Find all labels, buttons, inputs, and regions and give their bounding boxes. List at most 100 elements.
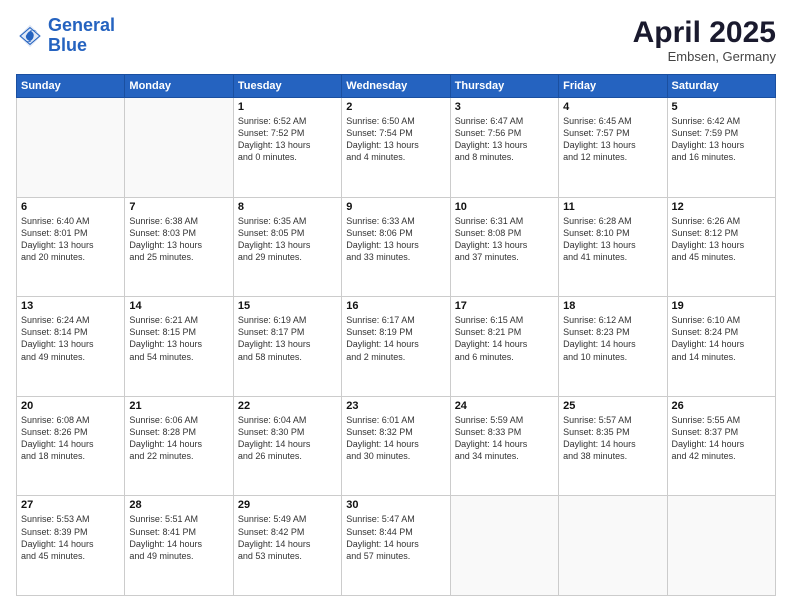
day-info: Sunrise: 6:26 AM Sunset: 8:12 PM Dayligh… [672,215,771,264]
day-number: 4 [563,101,662,113]
weekday-header-sunday: Sunday [17,75,125,98]
weekday-header-thursday: Thursday [450,75,558,98]
day-number: 19 [672,300,771,312]
calendar-cell: 10 Sunrise: 6:31 AM Sunset: 8:08 PM Dayli… [450,197,558,297]
day-info: Sunrise: 6:01 AM Sunset: 8:32 PM Dayligh… [346,414,445,463]
header: General Blue April 2025 Embsen, Germany [16,16,776,64]
calendar-cell: 12 Sunrise: 6:26 AM Sunset: 8:12 PM Dayli… [667,197,775,297]
calendar-cell: 25Sunrise: 5:57 AM Sunset: 8:35 PM Dayli… [559,396,667,496]
calendar-cell: 19 Sunrise: 6:10 AM Sunset: 8:24 PM Dayli… [667,297,775,397]
day-info: Sunrise: 5:49 AM Sunset: 8:42 PM Dayligh… [238,513,337,562]
weekday-header-wednesday: Wednesday [342,75,450,98]
day-info: Sunrise: 5:47 AM Sunset: 8:44 PM Dayligh… [346,513,445,562]
calendar-cell: 7Sunrise: 6:38 AM Sunset: 8:03 PM Daylig… [125,197,233,297]
weekday-header-tuesday: Tuesday [233,75,341,98]
calendar-cell: 14 Sunrise: 6:21 AM Sunset: 8:15 PM Dayli… [125,297,233,397]
weekday-header-saturday: Saturday [667,75,775,98]
day-info: Sunrise: 6:31 AM Sunset: 8:08 PM Dayligh… [455,215,554,264]
calendar-cell: 18Sunrise: 6:12 AM Sunset: 8:23 PM Dayli… [559,297,667,397]
day-number: 24 [455,400,554,412]
calendar-cell: 26 Sunrise: 5:55 AM Sunset: 8:37 PM Dayli… [667,396,775,496]
page: General Blue April 2025 Embsen, Germany … [0,0,792,612]
calendar-cell: 24 Sunrise: 5:59 AM Sunset: 8:33 PM Dayli… [450,396,558,496]
day-info: Sunrise: 6:08 AM Sunset: 8:26 PM Dayligh… [21,414,120,463]
day-number: 18 [563,300,662,312]
calendar-cell: 2Sunrise: 6:50 AM Sunset: 7:54 PM Daylig… [342,98,450,198]
day-info: Sunrise: 6:28 AM Sunset: 8:10 PM Dayligh… [563,215,662,264]
calendar-cell [450,496,558,596]
week-row-1: 6Sunrise: 6:40 AM Sunset: 8:01 PM Daylig… [17,197,776,297]
calendar-cell: 3Sunrise: 6:47 AM Sunset: 7:56 PM Daylig… [450,98,558,198]
calendar-cell: 20 Sunrise: 6:08 AM Sunset: 8:26 PM Dayli… [17,396,125,496]
calendar-cell: 29 Sunrise: 5:49 AM Sunset: 8:42 PM Dayli… [233,496,341,596]
calendar-cell: 21 Sunrise: 6:06 AM Sunset: 8:28 PM Dayli… [125,396,233,496]
calendar-cell: 28 Sunrise: 5:51 AM Sunset: 8:41 PM Dayli… [125,496,233,596]
week-row-2: 13Sunrise: 6:24 AM Sunset: 8:14 PM Dayli… [17,297,776,397]
day-number: 12 [672,201,771,213]
day-info: Sunrise: 5:53 AM Sunset: 8:39 PM Dayligh… [21,513,120,562]
calendar-cell: 16Sunrise: 6:17 AM Sunset: 8:19 PM Dayli… [342,297,450,397]
day-info: Sunrise: 5:57 AM Sunset: 8:35 PM Dayligh… [563,414,662,463]
day-number: 9 [346,201,445,213]
day-info: Sunrise: 6:15 AM Sunset: 8:21 PM Dayligh… [455,314,554,363]
calendar-cell [667,496,775,596]
week-row-4: 27Sunrise: 5:53 AM Sunset: 8:39 PM Dayli… [17,496,776,596]
day-number: 14 [129,300,228,312]
calendar-cell: 5 Sunrise: 6:42 AM Sunset: 7:59 PM Daylig… [667,98,775,198]
calendar-cell [17,98,125,198]
day-number: 29 [238,499,337,511]
day-info: Sunrise: 6:19 AM Sunset: 8:17 PM Dayligh… [238,314,337,363]
day-info: Sunrise: 6:17 AM Sunset: 8:19 PM Dayligh… [346,314,445,363]
day-info: Sunrise: 6:21 AM Sunset: 8:15 PM Dayligh… [129,314,228,363]
day-number: 20 [21,400,120,412]
day-info: Sunrise: 5:55 AM Sunset: 8:37 PM Dayligh… [672,414,771,463]
weekday-header-row: SundayMondayTuesdayWednesdayThursdayFrid… [17,75,776,98]
logo-line2: Blue [48,36,115,56]
day-number: 30 [346,499,445,511]
day-info: Sunrise: 6:52 AM Sunset: 7:52 PM Dayligh… [238,115,337,164]
day-number: 28 [129,499,228,511]
calendar-cell: 8 Sunrise: 6:35 AM Sunset: 8:05 PM Daylig… [233,197,341,297]
calendar-cell: 13Sunrise: 6:24 AM Sunset: 8:14 PM Dayli… [17,297,125,397]
day-number: 22 [238,400,337,412]
day-info: Sunrise: 5:59 AM Sunset: 8:33 PM Dayligh… [455,414,554,463]
day-number: 3 [455,101,554,113]
week-row-3: 20 Sunrise: 6:08 AM Sunset: 8:26 PM Dayli… [17,396,776,496]
day-number: 1 [238,101,337,113]
day-number: 15 [238,300,337,312]
day-info: Sunrise: 6:33 AM Sunset: 8:06 PM Dayligh… [346,215,445,264]
logo-text: General Blue [48,16,115,56]
calendar-cell: 9 Sunrise: 6:33 AM Sunset: 8:06 PM Daylig… [342,197,450,297]
day-number: 23 [346,400,445,412]
logo-line1: General [48,15,115,35]
day-number: 5 [672,101,771,113]
day-number: 8 [238,201,337,213]
day-number: 17 [455,300,554,312]
calendar-cell [125,98,233,198]
calendar-cell: 27Sunrise: 5:53 AM Sunset: 8:39 PM Dayli… [17,496,125,596]
logo: General Blue [16,16,115,56]
calendar-cell [559,496,667,596]
day-info: Sunrise: 6:10 AM Sunset: 8:24 PM Dayligh… [672,314,771,363]
day-info: Sunrise: 6:42 AM Sunset: 7:59 PM Dayligh… [672,115,771,164]
day-number: 2 [346,101,445,113]
weekday-header-friday: Friday [559,75,667,98]
day-number: 10 [455,201,554,213]
day-number: 26 [672,400,771,412]
day-info: Sunrise: 6:06 AM Sunset: 8:28 PM Dayligh… [129,414,228,463]
day-number: 21 [129,400,228,412]
week-row-0: 1 Sunrise: 6:52 AM Sunset: 7:52 PM Daylig… [17,98,776,198]
location: Embsen, Germany [633,49,776,64]
day-info: Sunrise: 6:35 AM Sunset: 8:05 PM Dayligh… [238,215,337,264]
day-info: Sunrise: 5:51 AM Sunset: 8:41 PM Dayligh… [129,513,228,562]
day-info: Sunrise: 6:04 AM Sunset: 8:30 PM Dayligh… [238,414,337,463]
day-info: Sunrise: 6:24 AM Sunset: 8:14 PM Dayligh… [21,314,120,363]
weekday-header-monday: Monday [125,75,233,98]
title-block: April 2025 Embsen, Germany [633,16,776,64]
calendar-table: SundayMondayTuesdayWednesdayThursdayFrid… [16,74,776,596]
calendar-cell: 15 Sunrise: 6:19 AM Sunset: 8:17 PM Dayli… [233,297,341,397]
day-number: 7 [129,201,228,213]
day-number: 6 [21,201,120,213]
calendar-cell: 11Sunrise: 6:28 AM Sunset: 8:10 PM Dayli… [559,197,667,297]
calendar-cell: 23 Sunrise: 6:01 AM Sunset: 8:32 PM Dayli… [342,396,450,496]
